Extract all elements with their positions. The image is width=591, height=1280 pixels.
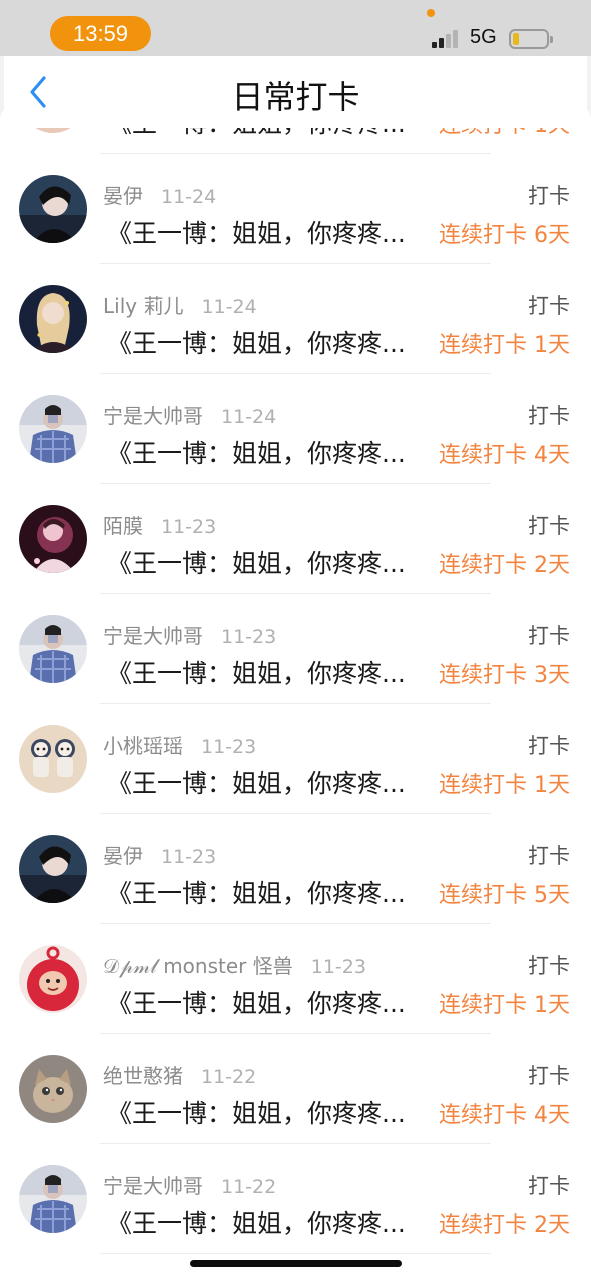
post-title[interactable]: 《王一博：姐姐，你疼疼... — [107, 544, 437, 576]
privacy-indicator-dot — [427, 9, 435, 17]
post-title[interactable]: 《王一博：姐姐，你疼疼... — [107, 214, 437, 246]
item-meta: Lily 莉儿 11-24 — [103, 290, 257, 318]
avatar[interactable] — [19, 1165, 87, 1233]
nav-header: 日常打卡 — [4, 56, 587, 128]
status-bar: 13:59 5G — [0, 0, 591, 56]
avatar[interactable] — [19, 1055, 87, 1123]
checkin-action-label: 打卡 — [528, 954, 570, 978]
post-title[interactable]: 《王一博：姐姐，你疼疼... — [107, 654, 437, 686]
post-date: 11-23 — [161, 516, 217, 538]
avatar[interactable] — [19, 615, 87, 683]
post-date: 11-22 — [221, 1176, 277, 1198]
list-item[interactable]: 绝世憨猪 11-22 打卡 《王一博：姐姐，你疼疼... 连续打卡 4天 — [0, 1034, 591, 1144]
avatar[interactable] — [19, 725, 87, 793]
item-meta: 陌膜 11-23 — [103, 510, 216, 538]
user-name[interactable]: 宁是大帅哥 — [103, 620, 203, 649]
post-title[interactable]: 《王一博：姐姐，你疼疼... — [107, 324, 437, 356]
item-meta: 宁是大帅哥 11-22 — [103, 1170, 276, 1198]
user-name[interactable]: 宁是大帅哥 — [103, 400, 203, 429]
post-date: 11-24 — [161, 186, 217, 208]
item-meta: 𝒟𝓅𝓂𝓁 monster 怪兽 11-23 — [103, 950, 366, 978]
avatar[interactable] — [19, 175, 87, 243]
avatar[interactable] — [19, 505, 87, 573]
user-name[interactable]: Lily 莉儿 — [103, 290, 183, 319]
user-name[interactable]: 宁是大帅哥 — [103, 1170, 203, 1199]
post-date: 11-23 — [161, 846, 217, 868]
checkin-action-label: 打卡 — [528, 734, 570, 758]
post-title[interactable]: 《王一博：姐姐，你疼疼... — [107, 434, 437, 466]
user-name[interactable]: 𝒟𝓅𝓂𝓁 monster 怪兽 — [103, 950, 293, 979]
avatar[interactable] — [19, 835, 87, 903]
checkin-action-label: 打卡 — [528, 404, 570, 428]
streak-label: 连续打卡 2天 — [439, 553, 570, 578]
item-meta: 晏伊 11-23 — [103, 840, 216, 868]
list-item[interactable]: 宁是大帅哥 11-23 打卡 《王一博：姐姐，你疼疼... 连续打卡 3天 — [0, 594, 591, 704]
post-date: 11-23 — [310, 956, 366, 978]
user-name[interactable]: 绝世憨猪 — [103, 1060, 183, 1089]
avatar[interactable] — [19, 395, 87, 463]
status-time: 13:59 — [50, 16, 151, 51]
checkin-action-label: 打卡 — [528, 844, 570, 868]
post-title[interactable]: 《王一博：姐姐，你疼疼... — [107, 1204, 437, 1236]
post-date: 11-24 — [201, 296, 257, 318]
checkin-action-label: 打卡 — [528, 184, 570, 208]
page-title: 日常打卡 — [231, 78, 360, 116]
user-name[interactable]: 陌膜 — [103, 510, 143, 539]
user-name[interactable]: 晏伊 — [103, 840, 143, 869]
post-title[interactable]: 《王一博：姐姐，你疼疼... — [107, 764, 437, 796]
post-title[interactable]: 《王一博：姐姐，你疼疼... — [107, 984, 437, 1016]
list-item[interactable]: 𝒟𝓅𝓂𝓁 monster 怪兽 11-23 打卡 《王一博：姐姐，你疼疼... … — [0, 924, 591, 1034]
avatar[interactable] — [19, 945, 87, 1013]
battery-icon — [509, 29, 553, 49]
post-date: 11-23 — [201, 736, 257, 758]
list-item[interactable]: 晏伊 11-24 打卡 《王一博：姐姐，你疼疼... 连续打卡 6天 — [0, 154, 591, 264]
streak-label: 连续打卡 5天 — [439, 883, 570, 908]
checkin-action-label: 打卡 — [528, 1174, 570, 1198]
post-title[interactable]: 《王一博：姐姐，你疼疼... — [107, 874, 437, 906]
checkin-list[interactable]: 打卡 《王一博：姐姐，你疼疼... 连续打卡 1天 晏伊 11-24 打卡 《王… — [0, 104, 591, 1280]
user-name[interactable]: 小桃瑶瑶 — [103, 730, 183, 759]
post-date: 11-23 — [221, 626, 277, 648]
item-meta: 绝世憨猪 11-22 — [103, 1060, 256, 1088]
post-title[interactable]: 《王一博：姐姐，你疼疼... — [107, 1094, 437, 1126]
list-item[interactable]: Lily 莉儿 11-24 打卡 《王一博：姐姐，你疼疼... 连续打卡 1天 — [0, 264, 591, 374]
checkin-action-label: 打卡 — [528, 1064, 570, 1088]
streak-label: 连续打卡 1天 — [439, 993, 570, 1018]
streak-label: 连续打卡 1天 — [439, 333, 570, 358]
user-name[interactable]: 晏伊 — [103, 180, 143, 209]
streak-label: 连续打卡 4天 — [439, 1103, 570, 1128]
list-item[interactable]: 宁是大帅哥 11-24 打卡 《王一博：姐姐，你疼疼... 连续打卡 4天 — [0, 374, 591, 484]
signal-strength-icon — [432, 28, 462, 48]
checkin-action-label: 打卡 — [528, 514, 570, 538]
streak-label: 连续打卡 4天 — [439, 443, 570, 468]
post-date: 11-22 — [201, 1066, 257, 1088]
streak-label: 连续打卡 2天 — [439, 1213, 570, 1238]
avatar[interactable] — [19, 285, 87, 353]
checkin-action-label: 打卡 — [528, 624, 570, 648]
streak-label: 连续打卡 1天 — [439, 773, 570, 798]
streak-label: 连续打卡 6天 — [439, 223, 570, 248]
network-type: 5G — [470, 26, 497, 48]
home-indicator[interactable] — [190, 1260, 402, 1267]
item-meta: 宁是大帅哥 11-23 — [103, 620, 276, 648]
list-item[interactable]: 宁是大帅哥 11-22 打卡 《王一博：姐姐，你疼疼... 连续打卡 2天 — [0, 1144, 591, 1254]
streak-label: 连续打卡 3天 — [439, 663, 570, 688]
item-meta: 小桃瑶瑶 11-23 — [103, 730, 256, 758]
checkin-action-label: 打卡 — [528, 294, 570, 318]
list-item[interactable]: 小桃瑶瑶 11-23 打卡 《王一博：姐姐，你疼疼... 连续打卡 1天 — [0, 704, 591, 814]
item-meta: 宁是大帅哥 11-24 — [103, 400, 276, 428]
post-date: 11-24 — [221, 406, 277, 428]
list-item[interactable]: 晏伊 11-23 打卡 《王一博：姐姐，你疼疼... 连续打卡 5天 — [0, 814, 591, 924]
item-meta: 晏伊 11-24 — [103, 180, 216, 208]
list-item[interactable]: 陌膜 11-23 打卡 《王一博：姐姐，你疼疼... 连续打卡 2天 — [0, 484, 591, 594]
screen: 13:59 5G 日常打卡 打卡 《王一博：姐姐，你疼疼... 连续打卡 1天 — [0, 0, 591, 1280]
